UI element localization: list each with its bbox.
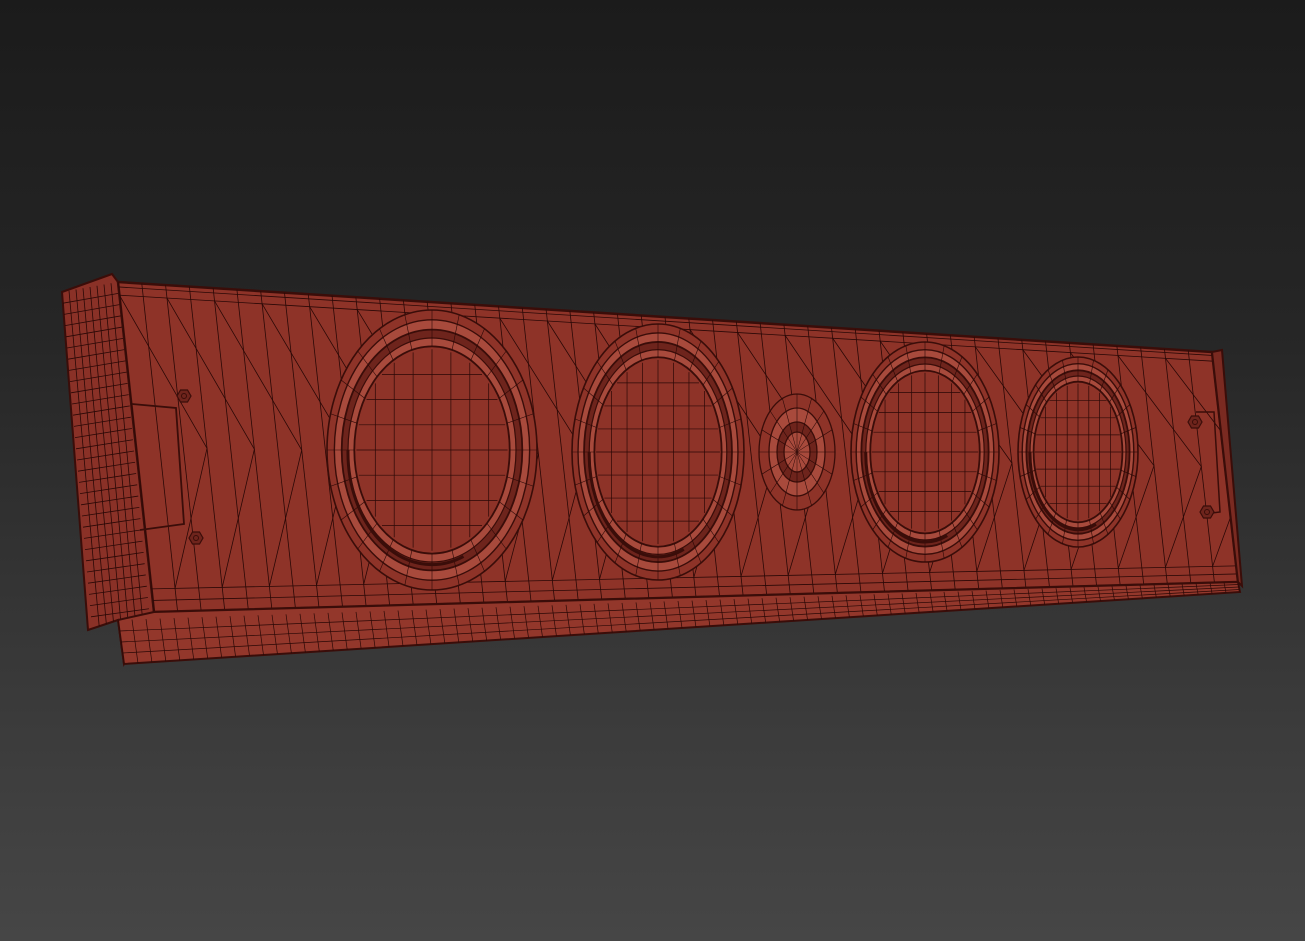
screw-top-left bbox=[176, 389, 192, 403]
woofer-1 bbox=[326, 309, 538, 591]
screw-top-right bbox=[1187, 415, 1203, 429]
tweeter bbox=[758, 393, 836, 511]
woofer-4 bbox=[1017, 356, 1139, 548]
woofer-3 bbox=[850, 341, 1000, 563]
woofer-2 bbox=[571, 323, 745, 581]
screw-bottom-right bbox=[1199, 505, 1215, 519]
3d-viewport[interactable] bbox=[0, 0, 1305, 941]
speaker-model-render[interactable] bbox=[0, 0, 1305, 941]
screw-bottom-left bbox=[188, 531, 204, 545]
